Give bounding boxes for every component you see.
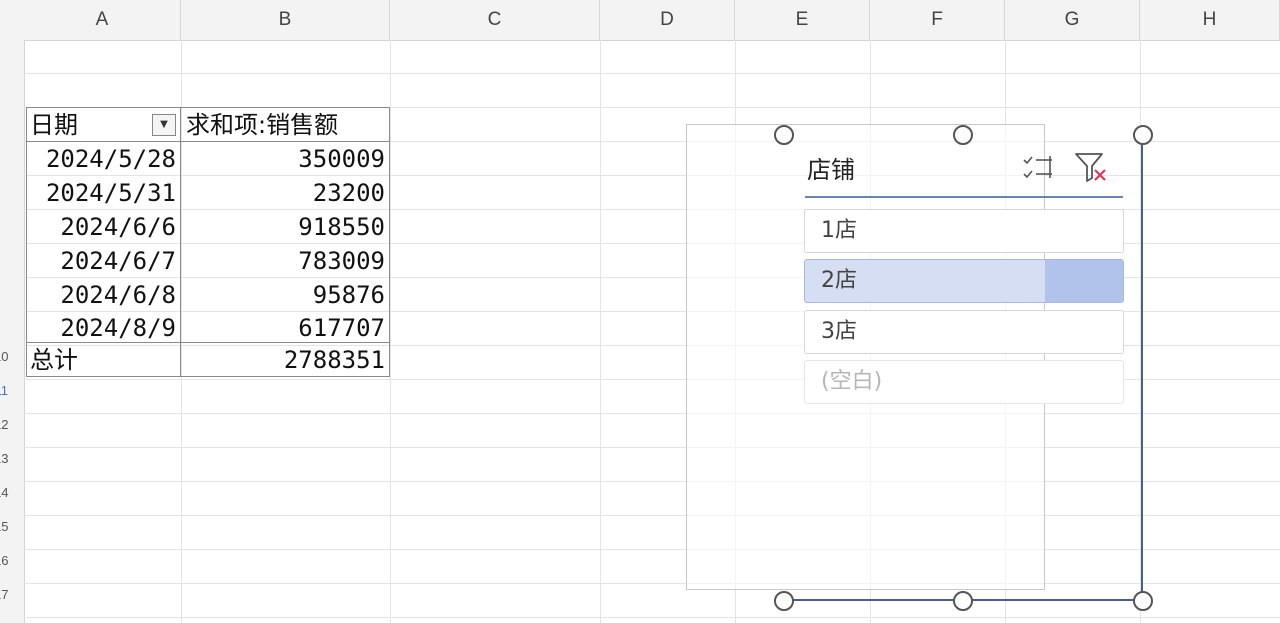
slicer-item-2[interactable]: 2店 [804,259,1124,303]
row-header[interactable]: 12 [0,417,8,432]
row-header[interactable]: 15 [0,519,8,534]
slicer-header-divider [805,196,1123,198]
pivot-value-cell[interactable]: 95876 [184,278,385,312]
pivot-date-cell[interactable]: 2024/8/9 [30,311,176,345]
pivot-header-sum[interactable]: 求和项:销售额 [186,108,338,142]
column-header-f[interactable]: F [870,0,1005,40]
date-filter-dropdown[interactable]: ▼ [152,114,176,136]
column-header-d[interactable]: D [600,0,735,40]
resize-handle-bottom-center[interactable] [953,591,973,611]
pivot-date-cell[interactable]: 2024/5/28 [30,142,176,176]
slicer-title: 店铺 [807,156,855,184]
slicer-item-1[interactable]: 1店 [804,209,1124,253]
column-header-g[interactable]: G [1005,0,1140,40]
slicer-item-label: 2店 [821,268,857,293]
row-header[interactable]: 16 [0,553,8,568]
pivot-total-label[interactable]: 总计 [30,343,78,377]
pivot-value-cell[interactable]: 350009 [184,142,385,176]
slicer-item-label: 3店 [821,319,857,344]
pivot-value-cell[interactable]: 918550 [184,210,385,244]
slicer-item-3[interactable]: 3店 [804,310,1124,354]
pivot-date-cell[interactable]: 2024/6/6 [30,210,176,244]
slicer-item-blank[interactable]: (空白) [804,360,1124,404]
slicer-item-label: (空白) [821,369,883,394]
chevron-down-icon: ▼ [160,119,168,130]
pivot-total-value[interactable]: 2788351 [184,343,385,377]
pivot-column-divider [180,107,181,377]
clear-filter-icon[interactable] [1074,151,1108,183]
row-header[interactable]: 17 [0,587,8,602]
row-header[interactable]: 13 [0,451,8,466]
pivot-date-cell[interactable]: 2024/6/7 [30,244,176,278]
row-header[interactable]: 11 [0,383,8,398]
column-header-a[interactable]: A [24,0,181,40]
column-header-b[interactable]: B [181,0,390,40]
resize-handle-top-left[interactable] [774,125,794,145]
row-header[interactable]: 10 [0,349,8,364]
column-header-h[interactable]: H [1140,0,1280,40]
column-header-e[interactable]: E [735,0,870,40]
pivot-date-cell[interactable]: 2024/5/31 [30,176,176,210]
pivot-header-date[interactable]: 日期 [30,108,78,142]
pivot-date-cell[interactable]: 2024/6/8 [30,278,176,312]
row-header-bar: 10 11 12 13 14 15 16 17 [0,40,25,623]
pivot-value-cell[interactable]: 23200 [184,176,385,210]
multi-select-icon[interactable] [1022,152,1054,182]
resize-handle-top-right[interactable] [1133,125,1153,145]
pivot-value-cell[interactable]: 783009 [184,244,385,278]
pivot-value-cell[interactable]: 617707 [184,311,385,345]
resize-handle-bottom-right[interactable] [1133,591,1153,611]
column-header-c[interactable]: C [390,0,600,40]
resize-handle-top-center[interactable] [953,125,973,145]
row-header[interactable]: 14 [0,485,8,500]
resize-handle-bottom-left[interactable] [774,591,794,611]
column-header-bar: A B C D E F G H [0,0,1280,41]
slicer-item-label: 1店 [821,218,857,243]
